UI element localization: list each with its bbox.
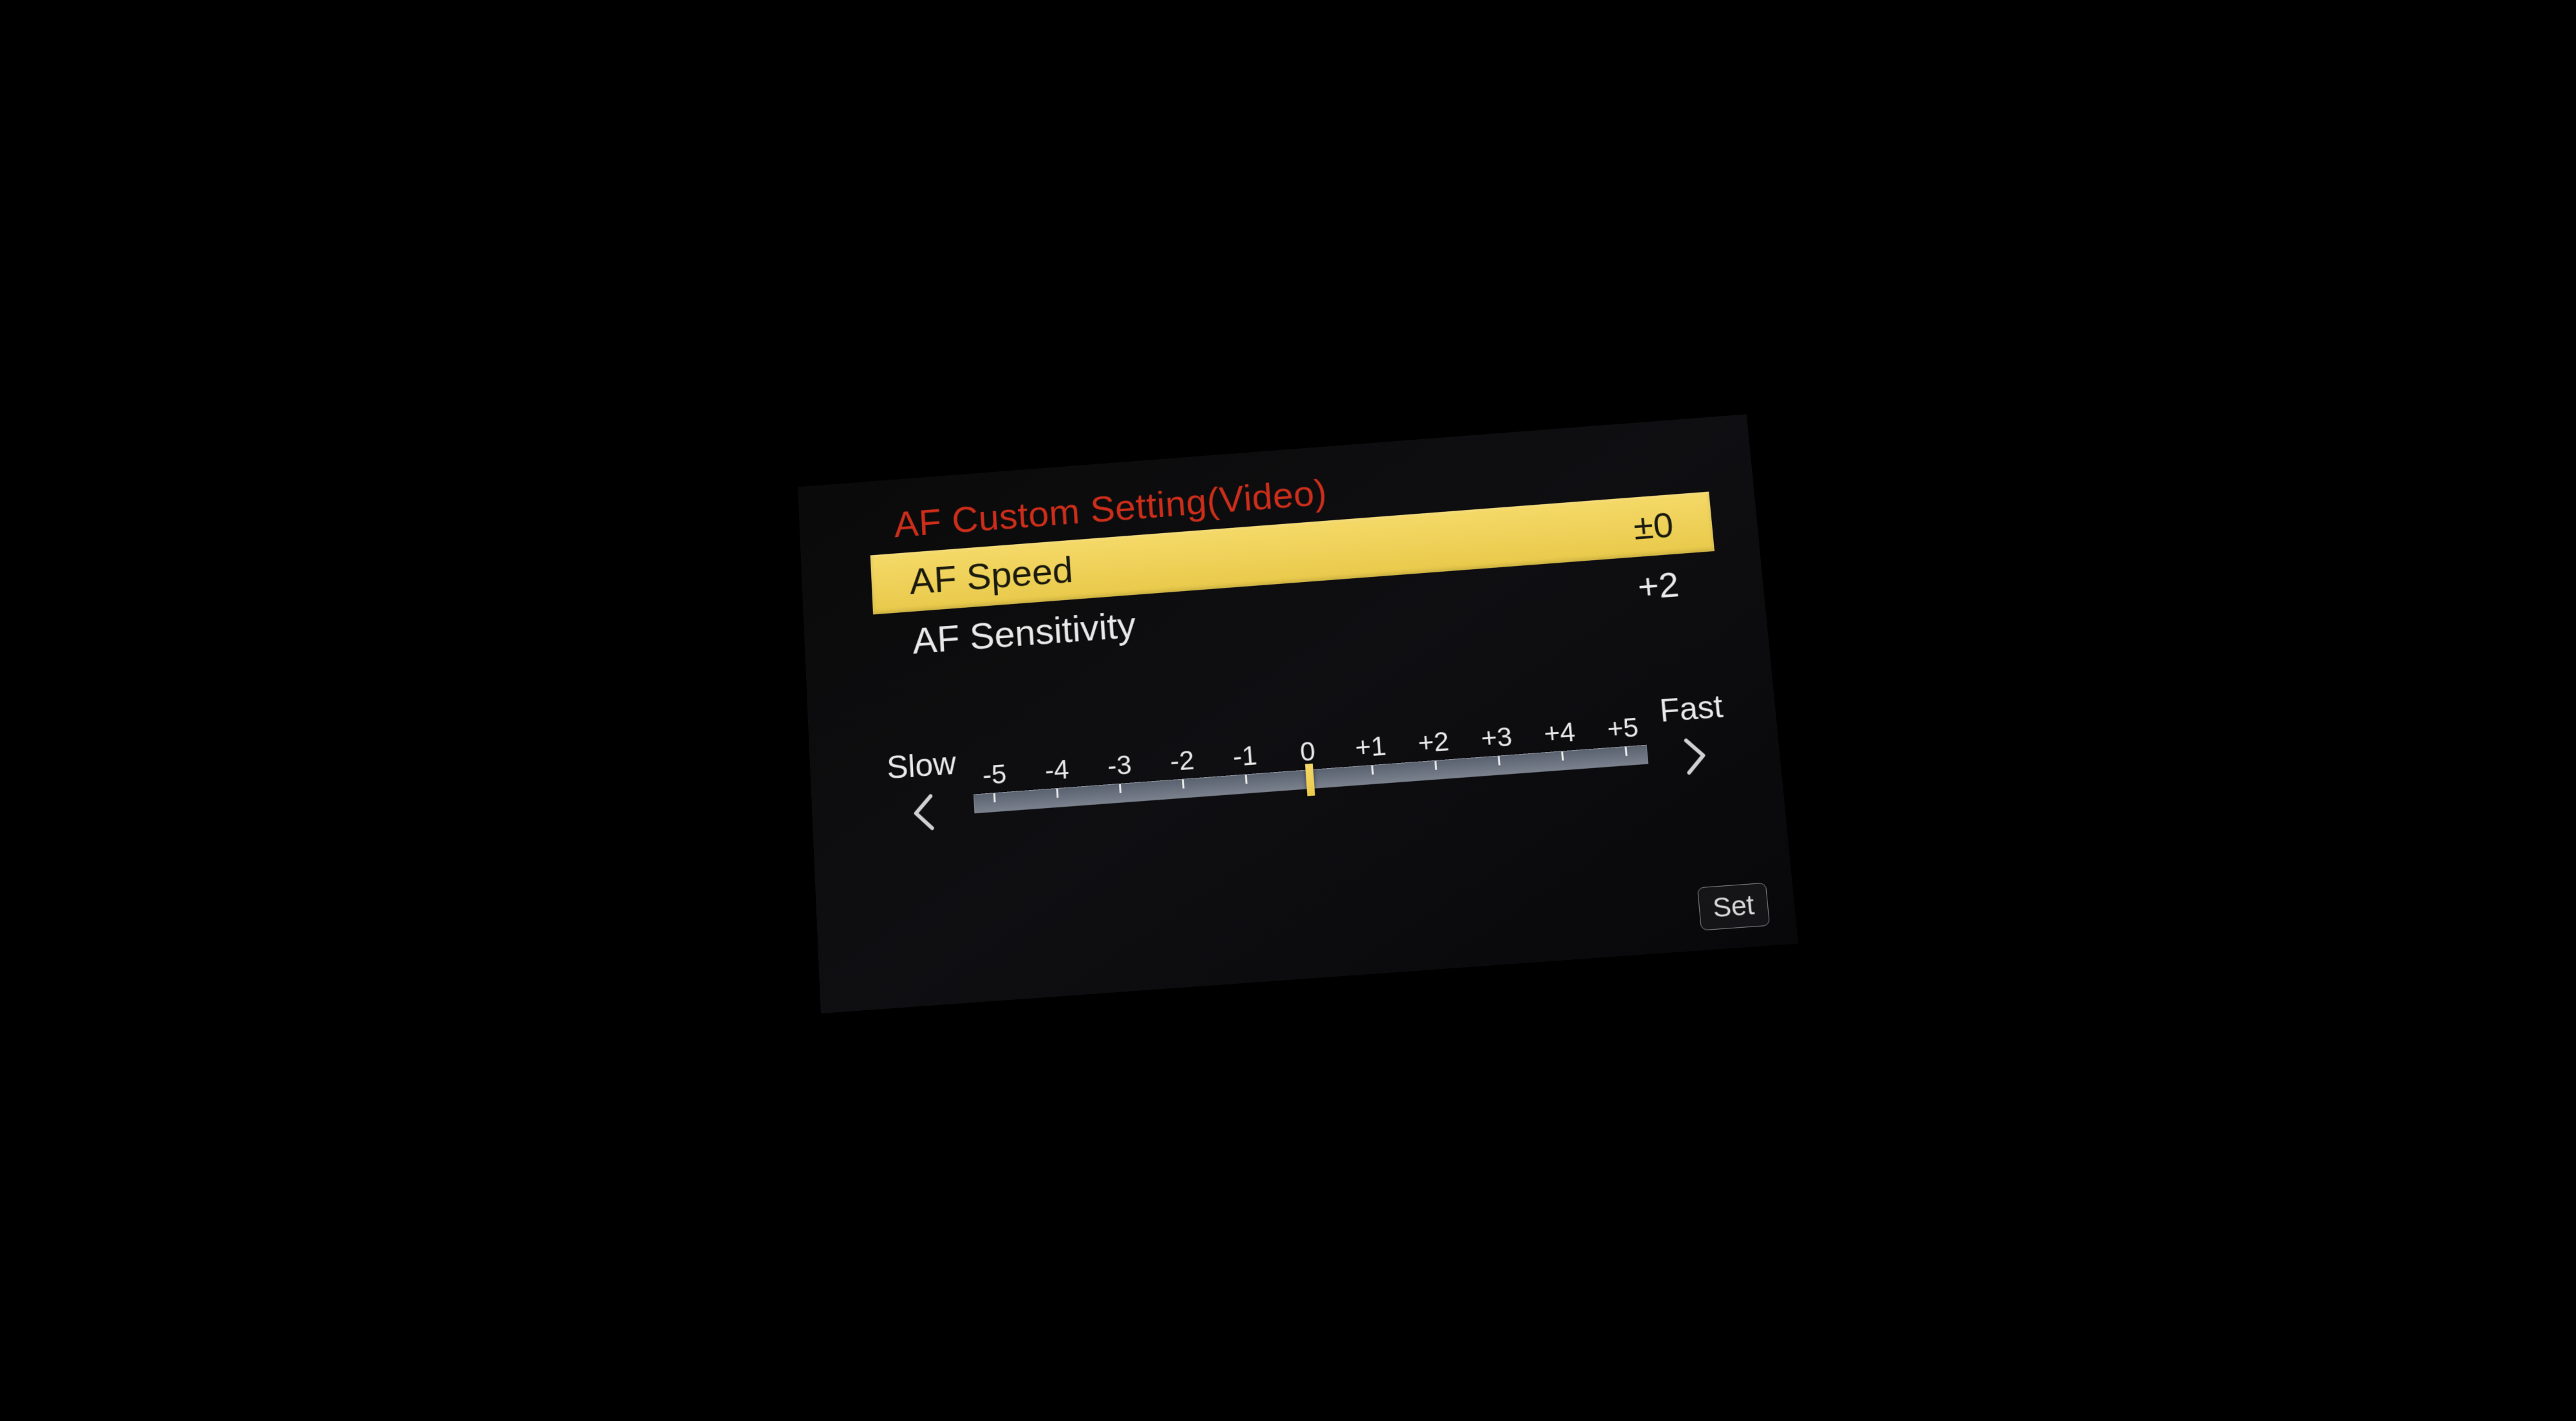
chevron-right-icon[interactable] — [1679, 732, 1712, 779]
tick-label: -1 — [1222, 739, 1268, 773]
tick-label: +3 — [1473, 720, 1519, 755]
tick-label: -4 — [1034, 753, 1079, 787]
slider-max-label: Fast — [1658, 688, 1724, 729]
camera-menu-screen: AF Custom Setting(Video) AF Speed ±0 AF … — [798, 414, 1798, 1013]
tick-mark — [1624, 746, 1627, 755]
slider-track-container: -5 -4 -3 -2 -1 0 +1 +2 +3 +4 +5 — [972, 711, 1648, 813]
tick-mark — [1119, 784, 1122, 793]
menu-item-value: ±0 — [1631, 503, 1675, 547]
chevron-left-icon[interactable] — [908, 789, 939, 836]
tick-label: +2 — [1410, 725, 1456, 759]
slider-right-group: Fast — [1658, 688, 1729, 781]
set-button[interactable]: Set — [1697, 882, 1769, 930]
tick-mark — [1434, 760, 1436, 769]
af-speed-slider: Slow -5 -4 -3 -2 -1 0 +1 +2 +3 +4 +5 — [879, 687, 1736, 838]
tick-label: -5 — [972, 758, 1017, 792]
tick-label: +4 — [1536, 716, 1583, 750]
tick-mark — [1181, 779, 1184, 788]
menu-item-label: AF Speed — [908, 549, 1074, 603]
tick-mark — [1498, 756, 1500, 765]
slider-min-label: Slow — [886, 744, 957, 786]
tick-mark — [993, 793, 996, 802]
tick-mark — [1245, 775, 1247, 784]
slider-left-group: Slow — [886, 744, 959, 838]
tick-label: -2 — [1159, 744, 1205, 778]
tick-label: -3 — [1096, 748, 1142, 782]
menu-item-value: +2 — [1635, 563, 1680, 607]
tick-label: +5 — [1599, 711, 1646, 745]
tick-mark — [1371, 765, 1373, 774]
tick-mark — [1561, 751, 1563, 760]
slider-indicator[interactable] — [1304, 763, 1315, 796]
tick-label: +1 — [1347, 729, 1393, 764]
tick-mark — [1056, 788, 1058, 797]
menu-item-label: AF Sensitivity — [911, 603, 1136, 662]
